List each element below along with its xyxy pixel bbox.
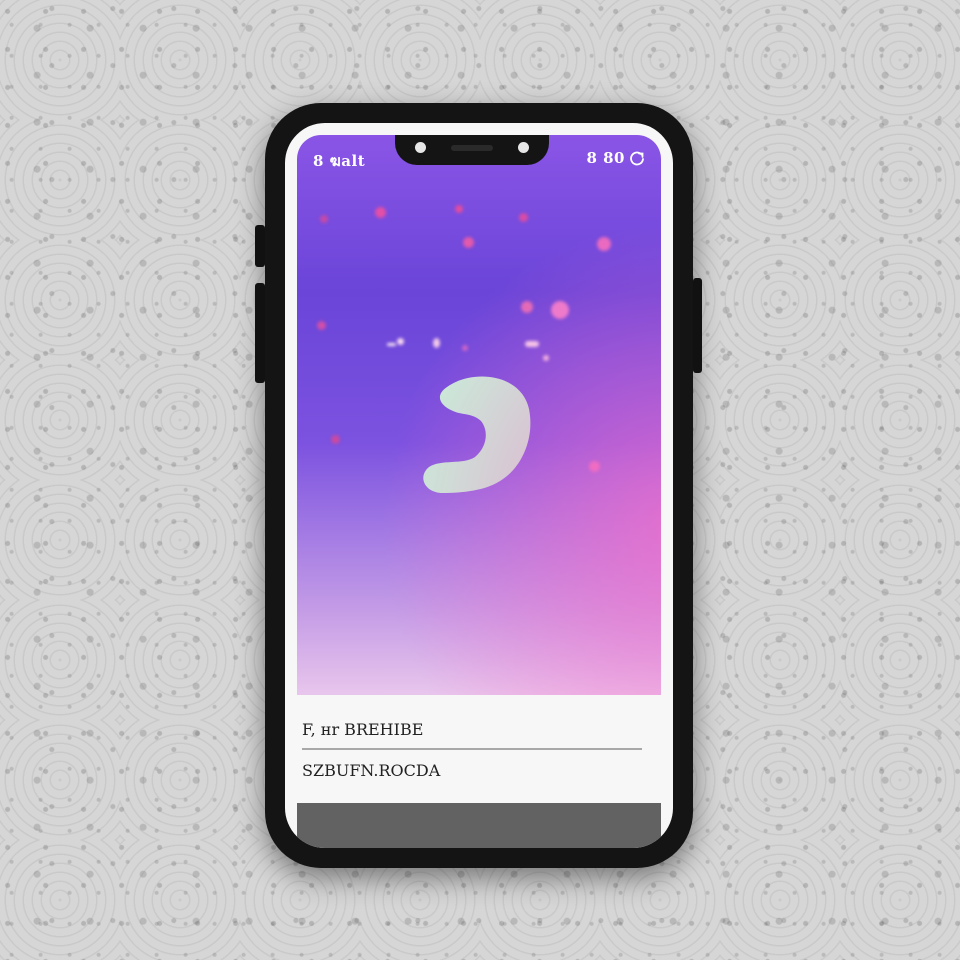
earpiece-speaker: [451, 145, 493, 151]
particle: [589, 461, 600, 472]
particle: [597, 237, 611, 251]
status-right: 8 80: [586, 149, 645, 167]
particle: [525, 341, 539, 347]
notch: [395, 135, 549, 165]
bottom-bar[interactable]: [297, 803, 661, 848]
particle: [519, 213, 528, 222]
status-time: 8 ฆalt: [313, 152, 366, 170]
particle: [455, 205, 463, 213]
particle: [463, 237, 474, 248]
info-line-2: SZBUFN.ROCDA: [302, 761, 441, 780]
particle: [543, 355, 549, 361]
volume-down-button[interactable]: [255, 283, 265, 383]
phone-device: 8 ฆalt 8 80 F, ʜr BREHIBE SZBUFN.ROCDA: [255, 103, 702, 868]
divider: [302, 748, 642, 750]
particle: [331, 435, 340, 444]
wallpaper: [297, 135, 661, 695]
particle: [397, 338, 404, 345]
refresh-icon: [630, 151, 644, 166]
particle: [317, 321, 326, 330]
front-camera: [415, 142, 426, 153]
phone-screen: 8 ฆalt 8 80 F, ʜr BREHIBE SZBUFN.ROCDA: [285, 123, 673, 848]
particle: [387, 343, 396, 346]
volume-up-button[interactable]: [255, 225, 265, 267]
particle: [521, 301, 533, 313]
status-right-text: 8 80: [586, 149, 625, 167]
particle: [375, 207, 386, 218]
front-sensor: [518, 142, 529, 153]
power-button[interactable]: [693, 278, 702, 373]
particle: [320, 215, 328, 223]
music-note-icon[interactable]: [417, 367, 537, 527]
info-line-1: F, ʜr BREHIBE: [302, 720, 424, 739]
particle: [433, 338, 440, 348]
particle: [551, 301, 569, 319]
particle: [462, 345, 468, 351]
